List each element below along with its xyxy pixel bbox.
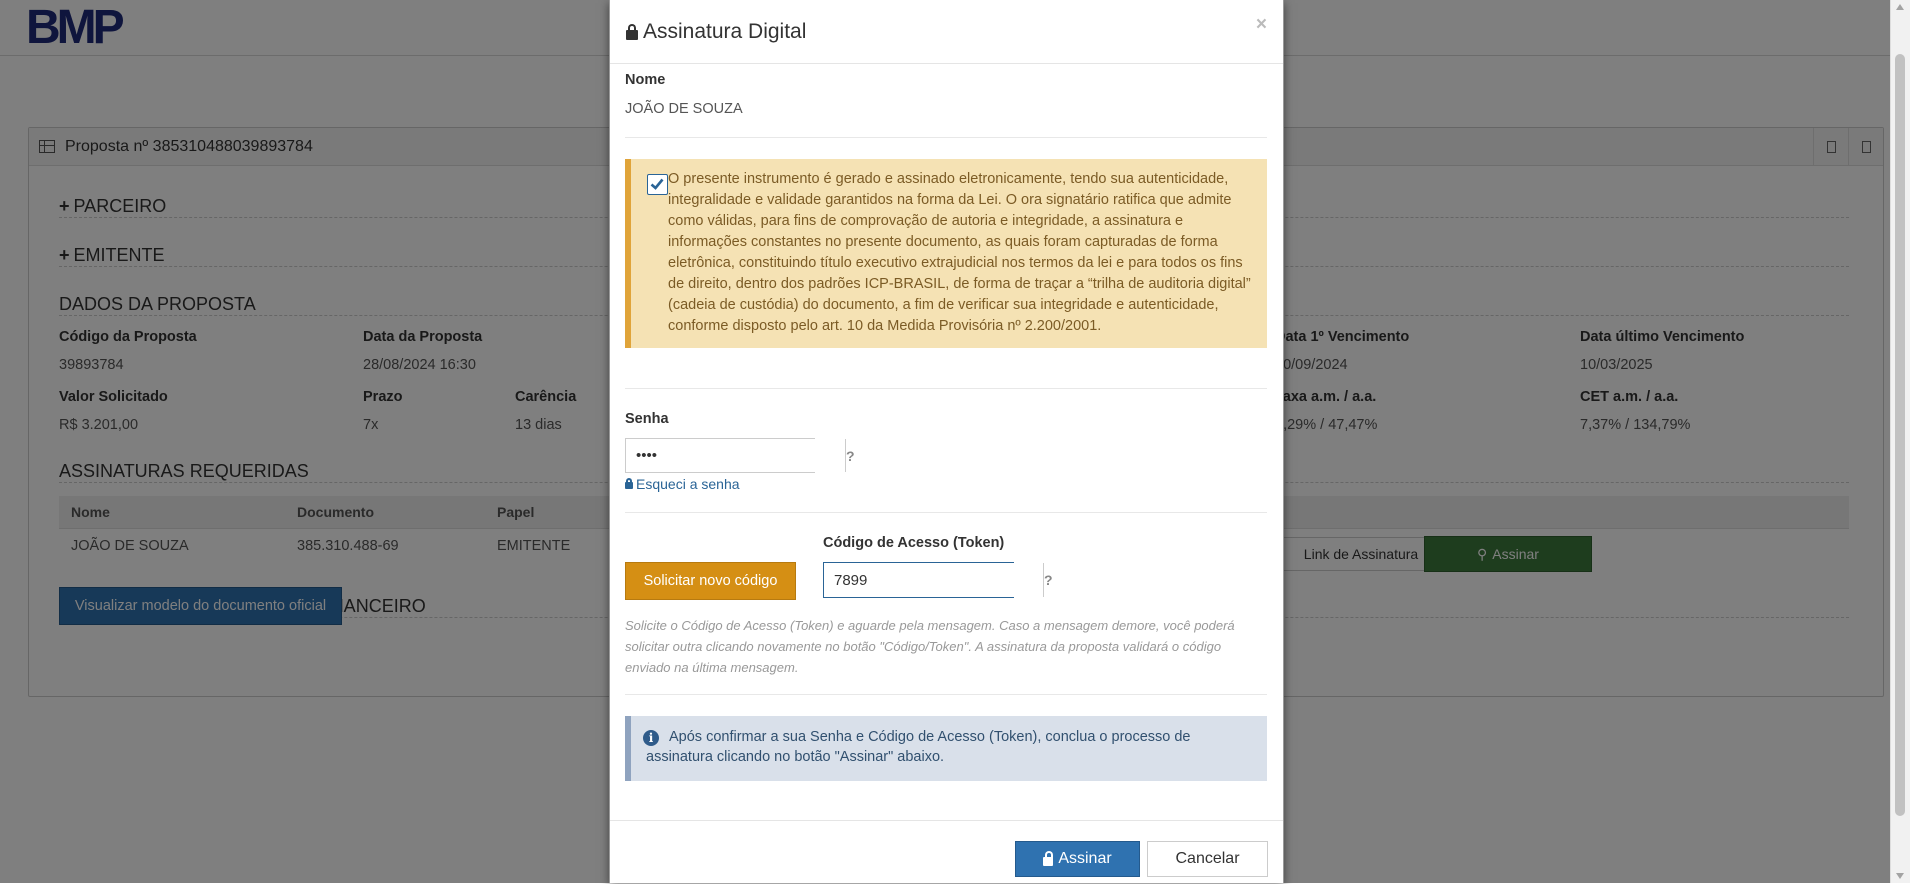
- token-help-text: Solicite o Código de Acesso (Token) e ag…: [625, 618, 1235, 675]
- divider: [625, 694, 1267, 695]
- lock-icon: [626, 23, 638, 40]
- password-group: ?: [625, 438, 855, 473]
- modal-header: Assinatura Digital ×: [610, 0, 1283, 64]
- info-box: i Após confirmar a sua Senha e Código de…: [625, 716, 1267, 781]
- consent-text: O presente instrumento é gerado e assina…: [668, 171, 1251, 334]
- page-scrollbar[interactable]: [1890, 0, 1910, 883]
- digital-signature-modal: Assinatura Digital × Nome JOÃO DE SOUZA …: [609, 0, 1284, 883]
- scroll-up-icon[interactable]: [1896, 4, 1904, 10]
- check-icon: [650, 178, 664, 190]
- token-label: Código de Acesso (Token): [823, 535, 1005, 551]
- close-icon[interactable]: ×: [1256, 14, 1267, 36]
- info-text: Após confirmar a sua Senha e Código de A…: [646, 729, 1191, 765]
- consent-box: O presente instrumento é gerado e assina…: [625, 159, 1267, 348]
- sign-button[interactable]: Assinar: [1015, 841, 1140, 877]
- divider: [625, 388, 1267, 389]
- nome-value: JOÃO DE SOUZA: [625, 101, 743, 117]
- scroll-thumb[interactable]: [1895, 54, 1905, 816]
- nome-label: Nome: [625, 72, 666, 88]
- request-code-button[interactable]: Solicitar novo código: [625, 562, 796, 600]
- senha-label: Senha: [625, 411, 669, 427]
- password-input[interactable]: [626, 439, 845, 472]
- divider: [625, 137, 1267, 138]
- token-group: ?: [823, 562, 1053, 598]
- lock-icon: [1043, 850, 1054, 866]
- token-input[interactable]: [824, 563, 1043, 597]
- consent-checkbox[interactable]: [647, 174, 668, 195]
- scroll-down-icon[interactable]: [1896, 873, 1904, 879]
- lock-icon: [625, 478, 633, 489]
- divider: [625, 512, 1267, 513]
- modal-title: Assinatura Digital: [626, 20, 806, 44]
- token-help-icon[interactable]: ?: [1043, 563, 1053, 597]
- cancel-button[interactable]: Cancelar: [1147, 841, 1268, 877]
- forgot-password-link[interactable]: Esqueci a senha: [625, 476, 740, 492]
- modal-footer: Assinar Cancelar: [610, 820, 1283, 884]
- password-help-icon[interactable]: ?: [845, 439, 855, 472]
